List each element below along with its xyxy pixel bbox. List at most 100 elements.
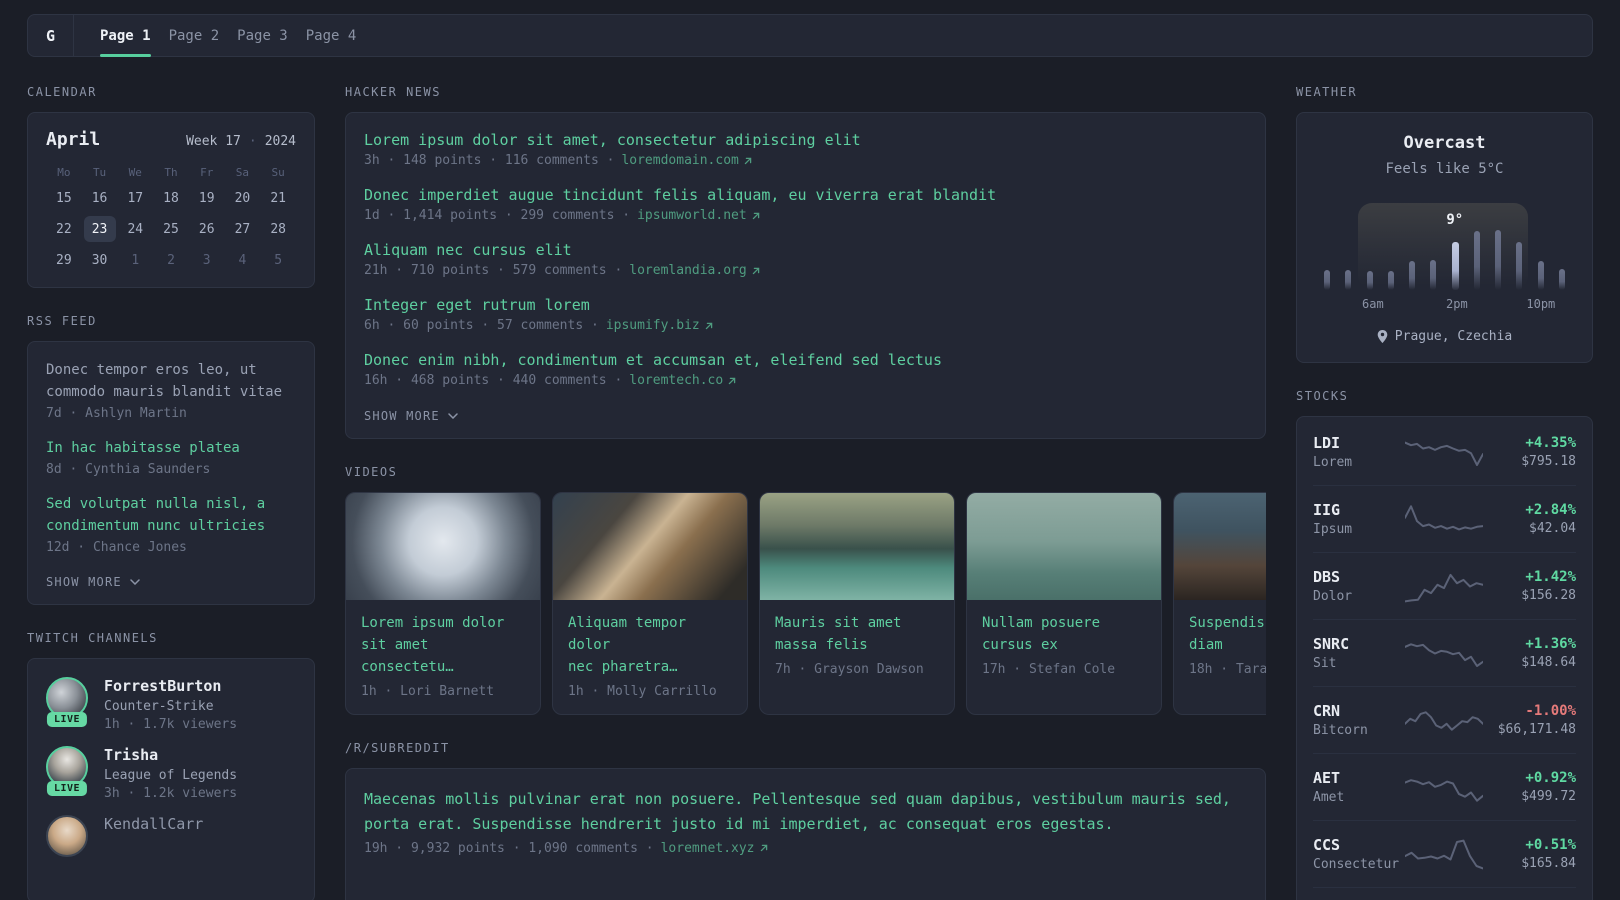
source-link[interactable]: loremnet.xyz <box>661 841 768 856</box>
twitch-channel-category: Counter-Strike <box>104 699 214 714</box>
video-card-body: Suspendisse diam 18h · Tara <box>1174 600 1266 692</box>
stock-values: +0.51% $165.84 <box>1483 837 1576 871</box>
rss-item-meta: 8d · Cynthia Saunders <box>46 462 211 477</box>
tab-page-1[interactable]: Page 1 <box>100 15 151 57</box>
stock-row[interactable]: AET Amet +0.92% $499.72 <box>1313 753 1576 820</box>
live-badge: LIVE <box>46 781 88 796</box>
video-card-body: Lorem ipsum dolor sit amet consectetu… 1… <box>346 600 540 714</box>
calendar-month: April <box>46 129 101 150</box>
video-thumbnail <box>1174 493 1266 600</box>
rss-item-title[interactable]: In hac habitasse platea <box>46 440 240 456</box>
weather-bar <box>1345 270 1352 290</box>
left-column: CALENDAR April Week 17 · 2024 Mo Tu We Th Fr… <box>27 85 315 900</box>
peak-temperature-label: 9° <box>1446 212 1464 228</box>
video-title[interactable]: Nullam posuere cursus ex <box>982 615 1100 653</box>
stock-values: +1.42% $156.28 <box>1483 569 1576 603</box>
tab-page-2[interactable]: Page 2 <box>169 15 220 56</box>
avatar <box>46 815 88 857</box>
hackernews-item-title[interactable]: Aliquam nec cursus elit <box>364 241 572 259</box>
twitch-card: LIVE ForrestBurton Counter-Strike 1h · 1… <box>27 658 315 900</box>
weather-hourly-chart: 9° <box>1321 203 1568 290</box>
tab-page-3[interactable]: Page 3 <box>237 15 288 56</box>
calendar-day: 2 <box>167 252 175 268</box>
twitch-channel-row[interactable]: LIVE Trisha League of Legends 3h · 1.2k … <box>46 746 296 801</box>
stock-row[interactable]: DBS Dolor +1.42% $156.28 <box>1313 552 1576 619</box>
source-link[interactable]: loremdomain.com <box>621 153 752 168</box>
weekday-label: Tu <box>92 166 107 179</box>
videos-widget: VIDEOS Lorem ipsum dolor sit amet consec… <box>345 465 1266 715</box>
rss-label: RSS FEED <box>27 314 97 328</box>
source-domain: loremnet.xyz <box>660 840 755 856</box>
video-title[interactable]: Suspendisse diam <box>1189 615 1266 653</box>
hackernews-show-more-button[interactable]: SHOW MORE <box>364 409 458 423</box>
weather-bar <box>1537 261 1544 290</box>
stock-row[interactable]: SNRC Sit +1.36% $148.64 <box>1313 619 1576 686</box>
stocks-label: STOCKS <box>1296 389 1349 403</box>
video-meta: 18h · Tara <box>1189 662 1266 677</box>
twitch-avatar-wrap <box>46 815 88 865</box>
twitch-channel-row[interactable]: KendallCarr <box>46 815 296 865</box>
stock-ticker: SNRC <box>1313 635 1350 653</box>
location-pin-icon <box>1377 330 1388 343</box>
stock-values: +1.36% $148.64 <box>1483 636 1576 670</box>
source-link[interactable]: loremtech.co <box>629 373 736 388</box>
calendar-day: 20 <box>234 190 251 206</box>
rss-show-more-button[interactable]: SHOW MORE <box>46 575 140 589</box>
hackernews-item-title[interactable]: Donec enim nibh, condimentum et accumsan… <box>364 351 942 369</box>
hackernews-item-title[interactable]: Lorem ipsum dolor sit amet, consectetur … <box>364 131 861 149</box>
stock-name: Amet <box>1313 790 1345 805</box>
stock-price: $795.18 <box>1521 454 1576 469</box>
source-domain: ipsumify.biz <box>605 318 700 333</box>
stock-ticker: AET <box>1313 769 1341 787</box>
source-link[interactable]: ipsumworld.net <box>637 208 760 223</box>
calendar-day: 17 <box>127 190 144 206</box>
weather-bar-current <box>1451 242 1459 290</box>
video-card[interactable]: Lorem ipsum dolor sit amet consectetu… 1… <box>345 492 541 715</box>
app-logo[interactable]: G <box>28 15 74 56</box>
twitch-channel-name: Trisha <box>104 746 159 764</box>
external-link-icon <box>728 377 736 384</box>
stock-change: +4.35% <box>1525 435 1576 451</box>
stock-row[interactable]: IIG Ipsum +2.84% $42.04 <box>1313 485 1576 552</box>
stock-row[interactable]: CCS Consectetur +0.51% $165.84 <box>1313 820 1576 887</box>
video-card[interactable]: Aliquam tempor dolor nec pharetra… 1h · … <box>552 492 748 715</box>
external-link-icon <box>752 267 759 274</box>
rss-item-title[interactable]: Sed volutpat nulla nisl, a condimentum n… <box>46 496 265 534</box>
stock-values: +2.84% $42.04 <box>1483 502 1576 536</box>
subreddit-label: /R/SUBREDDIT <box>345 741 450 755</box>
video-title[interactable]: Aliquam tempor dolor nec pharetra… <box>568 615 686 675</box>
stock-change: +1.42% <box>1525 569 1576 585</box>
content-columns: CALENDAR April Week 17 · 2024 Mo Tu We Th Fr… <box>27 85 1593 900</box>
hackernews-item-title[interactable]: Integer eget rutrum lorem <box>364 296 590 314</box>
video-card[interactable]: Nullam posuere cursus ex 17h · Stefan Co… <box>966 492 1162 715</box>
stock-ticker: CRN <box>1313 702 1341 720</box>
weather-card: Overcast Feels like 5°C 9° 6am 2pm 10pm Pr… <box>1296 112 1593 363</box>
meta-text: 21h · 710 points · 579 comments · <box>364 263 623 278</box>
source-link[interactable]: loremlandia.org <box>629 263 759 278</box>
sparkline-chart <box>1404 779 1483 802</box>
subreddit-post-title[interactable]: Maecenas mollis pulvinar erat non posuer… <box>364 790 1231 833</box>
video-title[interactable]: Lorem ipsum dolor sit amet consectetu… <box>361 615 504 675</box>
location-text: Prague, Czechia <box>1394 329 1513 344</box>
stock-identity: AET Amet <box>1313 769 1405 805</box>
calendar-day: 4 <box>238 252 247 268</box>
video-card[interactable]: Suspendisse diam 18h · Tara <box>1173 492 1266 715</box>
stock-change: +0.92% <box>1525 770 1576 786</box>
rss-item-title[interactable]: Donec tempor eros leo, ut commodo mauris… <box>46 362 282 400</box>
weather-location: Prague, Czechia <box>1313 329 1576 344</box>
subreddit-post: Maecenas mollis pulvinar erat non posuer… <box>364 787 1247 856</box>
stock-sparkline <box>1404 633 1483 673</box>
source-link[interactable]: ipsumify.biz <box>606 318 713 333</box>
external-link-icon <box>744 157 752 164</box>
stock-row[interactable]: LDI Lorem +4.35% $795.18 <box>1313 419 1576 485</box>
video-card[interactable]: Mauris sit amet massa felis 7h · Grayson… <box>759 492 955 715</box>
hackernews-item-title[interactable]: Donec imperdiet augue tincidunt felis al… <box>364 186 996 204</box>
meta-text: 19h · 9,932 points · 1,090 comments · <box>364 840 654 856</box>
stock-row[interactable]: CRN Bitcorn -1.00% $66,171.48 <box>1313 686 1576 753</box>
tab-page-4[interactable]: Page 4 <box>306 15 357 56</box>
rss-item: In hac habitasse platea 8d · Cynthia Sau… <box>46 437 296 477</box>
stocks-card: LDI Lorem +4.35% $795.18 IIG Ipsum +2.84… <box>1296 416 1593 900</box>
stock-row[interactable]: AHS +0.46% <box>1313 887 1576 900</box>
twitch-channel-row[interactable]: LIVE ForrestBurton Counter-Strike 1h · 1… <box>46 677 296 732</box>
video-title[interactable]: Mauris sit amet massa felis <box>775 615 901 653</box>
